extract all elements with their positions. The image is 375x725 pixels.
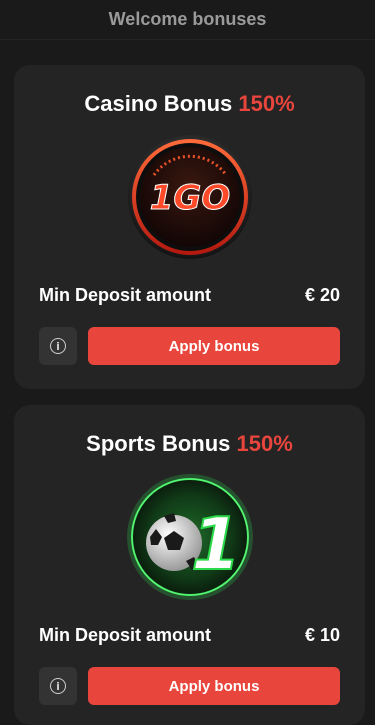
casino-badge-icon: 1GO	[124, 131, 256, 263]
casino-deposit-value: € 20	[304, 285, 340, 305]
casino-deposit-row: Min Deposit amount € 20	[39, 285, 340, 306]
casino-action-row: i Apply bonus	[39, 327, 340, 365]
page-header: Welcome bonuses	[0, 0, 375, 40]
page-title: Welcome bonuses	[108, 9, 267, 29]
casino-bonus-card: Casino Bonus 150% 1GO Min Deposit amount…	[14, 65, 365, 389]
info-icon: i	[50, 338, 66, 354]
sports-deposit-value: € 10	[304, 625, 340, 645]
sports-action-row: i Apply bonus	[39, 667, 340, 705]
sports-deposit-row: Min Deposit amount € 10	[39, 625, 340, 646]
casino-bonus-name: Casino Bonus	[84, 91, 233, 116]
sports-bonus-name: Sports Bonus	[86, 431, 231, 456]
casino-info-button[interactable]: i	[39, 327, 77, 365]
sports-bonus-title: Sports Bonus 150%	[14, 431, 365, 457]
casino-bonus-percent: 150%	[238, 91, 295, 116]
sports-bonus-percent: 150%	[236, 431, 293, 456]
casino-bonus-title: Casino Bonus 150%	[14, 91, 365, 117]
casino-deposit-label: Min Deposit amount	[39, 285, 211, 305]
sports-bonus-card: Sports Bonus 150% 1 Min Deposit amount €…	[14, 405, 365, 725]
sports-deposit-label: Min Deposit amount	[39, 625, 211, 645]
sports-apply-bonus-button[interactable]: Apply bonus	[88, 667, 340, 705]
info-icon: i	[50, 678, 66, 694]
sports-badge-icon: 1	[124, 471, 256, 603]
sports-info-button[interactable]: i	[39, 667, 77, 705]
sports-badge-text: 1	[190, 502, 240, 586]
casino-apply-bonus-button[interactable]: Apply bonus	[88, 327, 340, 365]
casino-badge-text: 1GO	[149, 178, 229, 218]
